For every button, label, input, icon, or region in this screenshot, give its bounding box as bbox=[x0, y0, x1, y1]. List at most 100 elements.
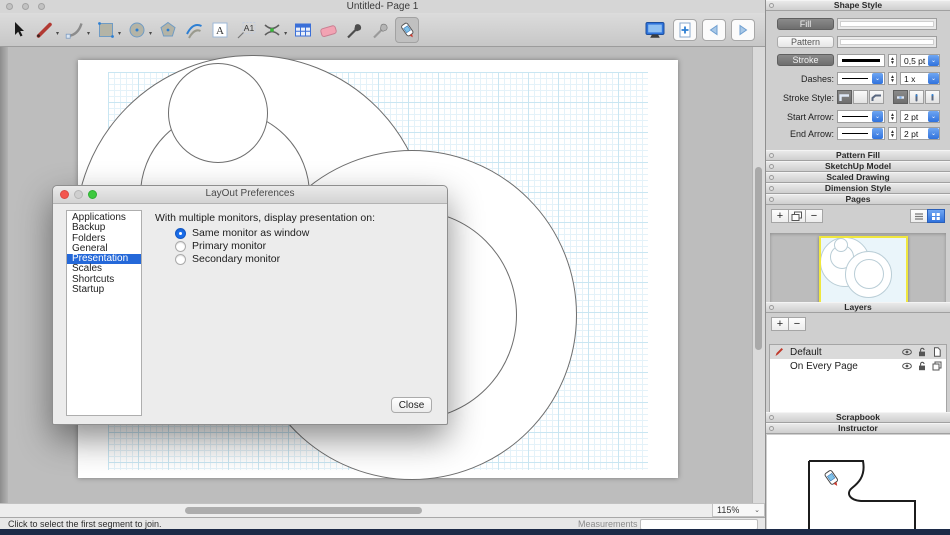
arc-tool-dropdown-icon[interactable]: ▾ bbox=[87, 30, 90, 37]
start-arrow-select[interactable]: ⌄ bbox=[837, 110, 885, 123]
delete-layer-button[interactable]: − bbox=[788, 317, 806, 331]
cap-round-button[interactable] bbox=[909, 90, 924, 104]
page-1-thumbnail[interactable] bbox=[819, 236, 908, 304]
radio-row-secondary-monitor[interactable]: Secondary monitor bbox=[175, 253, 280, 265]
start-presentation-icon[interactable] bbox=[642, 18, 668, 42]
radio-row-primary-monitor[interactable]: Primary monitor bbox=[175, 240, 266, 252]
shape-style-title: Shape Style bbox=[766, 1, 950, 10]
fill-button[interactable]: Fill bbox=[777, 18, 834, 30]
arc-tool-icon[interactable] bbox=[63, 17, 87, 43]
shape-style-collapse-icon[interactable] bbox=[769, 3, 774, 8]
preferences-category-list[interactable]: Applications Backup Folders General Pres… bbox=[66, 210, 142, 416]
join-miter-button[interactable] bbox=[837, 90, 852, 104]
text-tool-icon[interactable]: A bbox=[208, 17, 232, 43]
line-tool-dropdown-icon[interactable]: ▾ bbox=[56, 30, 59, 37]
zoom-level-select[interactable]: 115% ⌄ bbox=[712, 503, 765, 517]
layer-lock-icon[interactable] bbox=[917, 347, 927, 357]
scaled-drawing-collapse-icon[interactable] bbox=[769, 175, 774, 180]
pattern-swatch[interactable] bbox=[837, 36, 937, 48]
dimension-style-collapse-icon[interactable] bbox=[769, 186, 774, 191]
line-tool-icon[interactable] bbox=[32, 17, 56, 43]
start-arrow-size-select[interactable]: 2 pt ⌄ bbox=[900, 110, 940, 123]
sketchup-model-collapse-icon[interactable] bbox=[769, 164, 774, 169]
dashes-scale-select[interactable]: 1 x ⌄ bbox=[900, 72, 940, 85]
add-page-icon[interactable] bbox=[673, 19, 697, 41]
pages-collapse-icon[interactable] bbox=[769, 197, 774, 202]
polygon-tool-icon[interactable] bbox=[156, 17, 180, 43]
add-layer-button[interactable]: + bbox=[771, 317, 789, 331]
layers-collapse-icon[interactable] bbox=[769, 305, 774, 310]
radio-same-monitor[interactable] bbox=[175, 228, 186, 239]
pattern-fill-collapse-icon[interactable] bbox=[769, 153, 774, 158]
delete-page-button[interactable]: − bbox=[805, 209, 823, 223]
dashes-scale-stepper[interactable]: ▲▼ bbox=[888, 72, 897, 85]
next-page-icon[interactable] bbox=[731, 19, 755, 41]
split-tool-dropdown-icon[interactable]: ▾ bbox=[284, 30, 287, 37]
offset-tool-icon[interactable] bbox=[182, 17, 206, 43]
category-startup[interactable]: Startup bbox=[67, 285, 141, 295]
table-tool-icon[interactable] bbox=[291, 17, 315, 43]
grid-view-button[interactable] bbox=[927, 209, 945, 223]
scaled-drawing-header[interactable]: Scaled Drawing bbox=[766, 172, 950, 183]
rectangle-tool-icon[interactable] bbox=[94, 17, 118, 43]
list-view-button[interactable] bbox=[910, 209, 928, 223]
pattern-button[interactable]: Pattern bbox=[777, 36, 834, 48]
style-tool-icon[interactable] bbox=[343, 17, 367, 43]
cap-square-button[interactable] bbox=[925, 90, 940, 104]
split-tool-icon[interactable] bbox=[260, 17, 284, 43]
end-arrow-select[interactable]: ⌄ bbox=[837, 127, 885, 140]
start-arrow-size-value: 2 pt bbox=[901, 112, 928, 122]
vertical-scrollbar[interactable] bbox=[752, 47, 765, 503]
fill-color-swatch[interactable] bbox=[837, 18, 937, 30]
select-tool-icon[interactable] bbox=[6, 17, 30, 43]
duplicate-page-button[interactable] bbox=[788, 209, 806, 223]
layer-row-on-every-page[interactable]: On Every Page bbox=[770, 359, 946, 373]
eraser-tool-icon[interactable] bbox=[317, 17, 341, 43]
layer-visibility-icon[interactable] bbox=[902, 361, 912, 371]
layer-row-default[interactable]: Default bbox=[770, 345, 946, 359]
scrapbook-header[interactable]: Scrapbook bbox=[766, 412, 950, 423]
vertical-scrollbar-thumb[interactable] bbox=[755, 167, 762, 350]
dashes-select[interactable]: ⌄ bbox=[837, 72, 885, 85]
drawn-circle-small-top[interactable] bbox=[168, 63, 268, 163]
instructor-header[interactable]: Instructor bbox=[766, 423, 950, 434]
layer-visibility-icon[interactable] bbox=[902, 347, 912, 357]
dialog-titlebar[interactable]: LayOut Preferences bbox=[53, 186, 447, 204]
instructor-collapse-icon[interactable] bbox=[769, 426, 774, 431]
circle-tool-icon[interactable] bbox=[125, 17, 149, 43]
start-arrow-size-stepper[interactable]: ▲▼ bbox=[888, 110, 897, 123]
scrapbook-collapse-icon[interactable] bbox=[769, 415, 774, 420]
radio-row-same-monitor[interactable]: Same monitor as window bbox=[175, 227, 309, 239]
shape-style-header[interactable]: Shape Style bbox=[766, 0, 950, 11]
end-arrow-size-stepper[interactable]: ▲▼ bbox=[888, 127, 897, 140]
join-round-button[interactable] bbox=[853, 90, 868, 104]
layer-single-page-icon[interactable] bbox=[932, 347, 942, 357]
sketchup-model-header[interactable]: SketchUp Model bbox=[766, 161, 950, 172]
add-page-button[interactable]: + bbox=[771, 209, 789, 223]
end-arrow-size-select[interactable]: 2 pt ⌄ bbox=[900, 127, 940, 140]
radio-primary-monitor[interactable] bbox=[175, 241, 186, 252]
pattern-fill-header[interactable]: Pattern Fill bbox=[766, 150, 950, 161]
close-button[interactable]: Close bbox=[391, 397, 432, 413]
horizontal-scrollbar-thumb[interactable] bbox=[185, 507, 422, 514]
stroke-button[interactable]: Stroke bbox=[777, 54, 834, 66]
circle-tool-dropdown-icon[interactable]: ▾ bbox=[149, 30, 152, 37]
radio-secondary-monitor[interactable] bbox=[175, 254, 186, 265]
stroke-preview[interactable] bbox=[837, 54, 885, 67]
join-tool-icon[interactable] bbox=[395, 17, 419, 43]
label-tool-icon[interactable]: A1 bbox=[234, 17, 258, 43]
layer-shared-pages-icon[interactable] bbox=[932, 361, 942, 371]
layer-lock-icon[interactable] bbox=[917, 361, 927, 371]
pages-header[interactable]: Pages bbox=[766, 194, 950, 205]
cap-flat-button[interactable] bbox=[893, 90, 908, 104]
previous-page-icon[interactable] bbox=[702, 19, 726, 41]
stroke-width-select[interactable]: 0,5 pt ⌄ bbox=[900, 54, 940, 67]
dimension-style-header[interactable]: Dimension Style bbox=[766, 183, 950, 194]
horizontal-scrollbar[interactable] bbox=[0, 503, 712, 517]
rectangle-tool-dropdown-icon[interactable]: ▾ bbox=[118, 30, 121, 37]
stroke-width-stepper[interactable]: ▲▼ bbox=[888, 54, 897, 67]
join-bevel-button[interactable] bbox=[869, 90, 884, 104]
measurements-label: Measurements bbox=[578, 519, 638, 529]
layers-header[interactable]: Layers bbox=[766, 302, 950, 313]
pattern-eyedropper-tool-icon[interactable] bbox=[369, 17, 393, 43]
